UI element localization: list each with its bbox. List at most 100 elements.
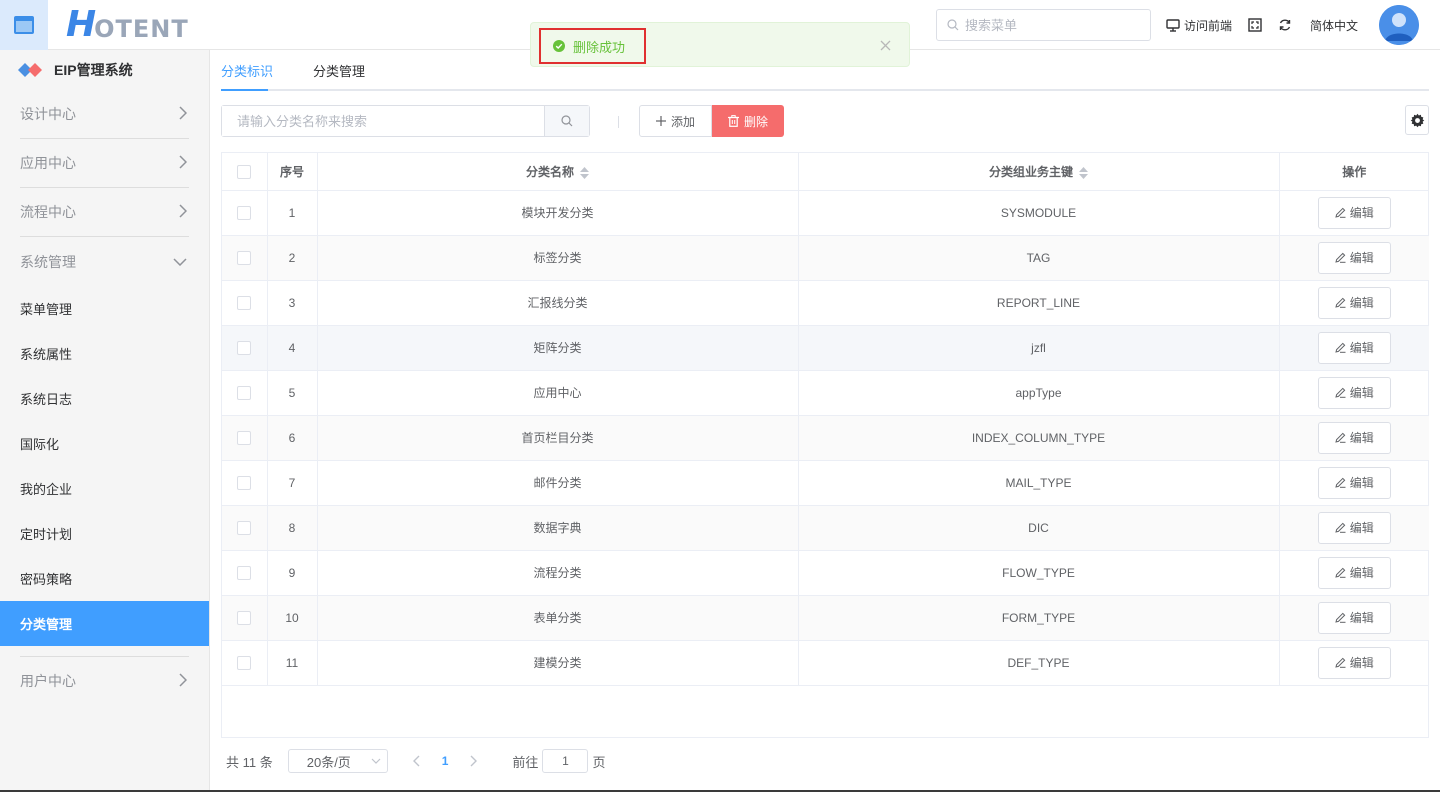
sidebar-group-app[interactable]: 应用中心 [20,139,189,188]
edit-button[interactable]: 编辑 [1317,376,1391,409]
sidebar-item-menu[interactable]: 菜单管理 [0,286,209,331]
language-switch[interactable]: 简体中文 [1310,0,1358,50]
row-checkbox[interactable] [237,655,252,670]
tab-category-key[interactable]: 分类标识 [221,50,273,91]
pagination-total: 共 11 条 [226,754,273,770]
fullscreen-button[interactable] [1248,0,1262,50]
edit-button[interactable]: 编辑 [1317,331,1391,364]
menu-search[interactable] [936,9,1151,41]
table-row[interactable]: 5 应用中心 appType 编辑 [222,370,1429,416]
edit-icon [1335,342,1346,353]
row-checkbox[interactable] [237,205,252,220]
row-select-cell [222,370,268,416]
edit-button[interactable]: 编辑 [1317,286,1391,319]
pagination: 共 11 条 20条/页 1 前往 页 [221,747,1021,775]
search-button[interactable] [544,106,589,136]
row-checkbox[interactable] [237,565,252,580]
sort-icon[interactable] [1079,166,1088,179]
sidebar-item-password-policy[interactable]: 密码策略 [0,556,209,601]
category-search-input[interactable] [222,106,544,136]
delete-button[interactable]: 删除 [712,105,784,137]
sidebar-item-label: 我的企业 [20,482,73,497]
edit-button[interactable]: 编辑 [1317,196,1391,229]
sidebar-group-design[interactable]: 设计中心 [20,90,189,139]
edit-button[interactable]: 编辑 [1317,646,1391,679]
edit-button[interactable]: 编辑 [1317,421,1391,454]
row-category-key: TAG [798,235,1280,281]
header-key[interactable]: 分类组业务主键 [798,153,1280,191]
edit-button-label: 编辑 [1349,251,1374,265]
row-checkbox[interactable] [237,610,252,625]
sidebar-group-label: 设计中心 [20,106,76,122]
edit-icon [1335,297,1346,308]
header-action-label: 操作 [1342,164,1367,179]
table-row[interactable]: 7 邮件分类 MAIL_TYPE 编辑 [222,460,1429,506]
edit-button[interactable]: 编辑 [1317,466,1391,499]
page-size-select[interactable]: 20条/页 [287,749,388,773]
sidebar-item-label: 系统属性 [20,347,73,362]
row-index: 9 [267,550,318,596]
add-button[interactable]: 添加 [639,105,712,137]
row-checkbox[interactable] [237,520,252,535]
row-checkbox[interactable] [237,250,252,265]
refresh-button[interactable] [1278,0,1292,50]
table-header-row: 序号 分类名称 分类组业务主键 操作 [222,153,1429,191]
row-checkbox[interactable] [237,430,252,445]
sidebar-item-logs[interactable]: 系统日志 [0,376,209,421]
sidebar-group-system[interactable]: 系统管理 [20,237,189,286]
edit-button[interactable]: 编辑 [1317,241,1391,274]
goto-page-input[interactable] [542,749,589,773]
sidebar-item-schedule[interactable]: 定时计划 [0,511,209,556]
next-page-icon[interactable] [470,755,478,767]
edit-icon [1335,432,1346,443]
menu-search-input[interactable] [965,17,1135,33]
edit-button-label: 编辑 [1349,386,1374,400]
search-icon [561,115,573,127]
row-index: 8 [267,505,318,551]
sidebar-item-i18n[interactable]: 国际化 [0,421,209,466]
row-action-cell: 编辑 [1279,235,1429,281]
row-checkbox[interactable] [237,295,252,310]
toolbar: 添加 删除 [221,105,1429,137]
tab-category-manage[interactable]: 分类管理 [313,50,365,91]
sidebar-group-user[interactable]: 用户中心 [20,656,189,705]
table-row[interactable]: 2 标签分类 TAG 编辑 [222,235,1429,281]
table-row[interactable]: 1 模块开发分类 SYSMODULE 编辑 [222,190,1429,236]
edit-icon [1335,612,1346,623]
select-all-checkbox[interactable] [237,164,252,179]
row-action-cell: 编辑 [1279,505,1429,551]
row-checkbox[interactable] [237,340,252,355]
row-checkbox[interactable] [237,385,252,400]
table-row[interactable]: 6 首页栏目分类 INDEX_COLUMN_TYPE 编辑 [222,415,1429,461]
edit-button[interactable]: 编辑 [1317,511,1391,544]
table-row[interactable]: 10 表单分类 FORM_TYPE 编辑 [222,595,1429,641]
prev-page-icon[interactable] [412,755,420,767]
visit-frontend-link[interactable]: 访问前端 [1166,0,1232,50]
row-checkbox[interactable] [237,475,252,490]
row-select-cell [222,460,268,506]
trash-icon [727,115,739,127]
row-action-cell: 编辑 [1279,460,1429,506]
table-row[interactable]: 11 建模分类 DEF_TYPE 编辑 [222,640,1429,686]
table-row[interactable]: 9 流程分类 FLOW_TYPE 编辑 [222,550,1429,596]
row-action-cell: 编辑 [1279,370,1429,416]
sidebar-group-flow[interactable]: 流程中心 [20,188,189,237]
hotent-logo: H OTENT [66,4,189,44]
table-row[interactable]: 8 数据字典 DIC 编辑 [222,505,1429,551]
sidebar-item-label: 密码策略 [20,572,73,587]
fullscreen-icon [1248,18,1262,32]
sidebar-item-properties[interactable]: 系统属性 [0,331,209,376]
table-row[interactable]: 3 汇报线分类 REPORT_LINE 编辑 [222,280,1429,326]
menu-toggle-button[interactable] [0,0,48,50]
current-page-number[interactable]: 1 [442,754,449,768]
sort-icon[interactable] [580,166,589,179]
edit-button[interactable]: 编辑 [1317,556,1391,589]
table-row[interactable]: 4 矩阵分类 jzfl 编辑 [222,325,1429,371]
sidebar-item-enterprise[interactable]: 我的企业 [0,466,209,511]
sidebar-item-category[interactable]: 分类管理 [0,601,209,646]
header-name[interactable]: 分类名称 [317,153,799,191]
edit-button[interactable]: 编辑 [1317,601,1391,634]
edit-button-label: 编辑 [1349,206,1374,220]
user-avatar[interactable] [1379,5,1419,45]
table-settings-button[interactable] [1405,105,1429,135]
